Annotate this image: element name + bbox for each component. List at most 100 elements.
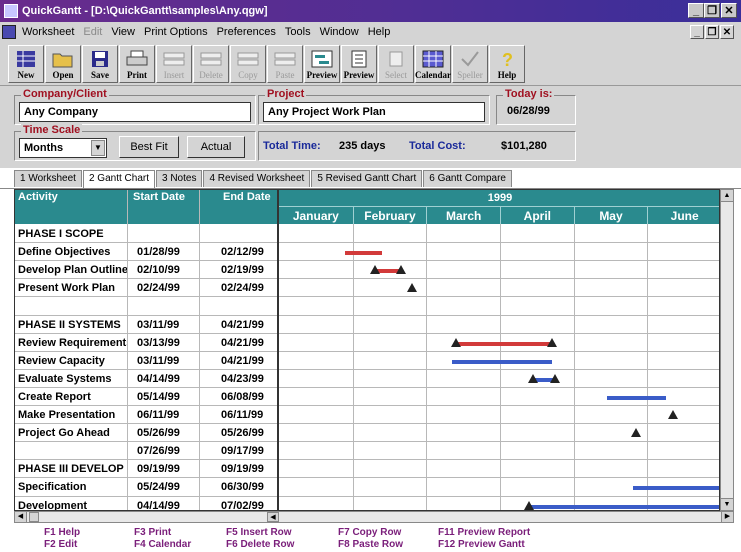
milestone-marker[interactable] — [395, 265, 406, 275]
menu-tools[interactable]: Tools — [285, 26, 311, 38]
activity-cell[interactable]: Create Report — [15, 388, 127, 406]
activity-cell[interactable]: Evaluate Systems — [15, 370, 127, 388]
horizontal-scrollbar[interactable]: ◀ ◀ ▶ — [14, 511, 734, 523]
start-date-cell[interactable]: 04/14/99 — [129, 370, 215, 388]
close-button[interactable]: ✕ — [721, 3, 737, 18]
toolbar-button-save-2[interactable]: Save — [82, 45, 118, 83]
menu-help[interactable]: Help — [368, 26, 391, 38]
start-date-cell[interactable]: 02/24/99 — [129, 279, 215, 297]
end-date-cell[interactable]: 02/24/99 — [213, 279, 279, 297]
start-date-cell[interactable]: 05/24/99 — [129, 478, 215, 496]
activity-cell[interactable]: Make Presentation — [15, 406, 127, 424]
start-date-cell[interactable] — [129, 297, 215, 315]
milestone-marker[interactable] — [406, 283, 417, 293]
tab-gantt-chart[interactable]: 2 Gantt Chart — [82, 170, 155, 188]
activity-cell[interactable]: Present Work Plan — [15, 279, 127, 297]
gantt-task-bar[interactable] — [606, 395, 666, 400]
activity-cell[interactable]: Review Capacity — [15, 352, 127, 370]
end-date-cell[interactable] — [213, 225, 279, 243]
scroll-left-arrow-icon[interactable]: ◀ — [15, 512, 27, 522]
menu-print-options[interactable]: Print Options — [144, 26, 208, 38]
milestone-marker[interactable] — [668, 410, 679, 419]
tab-revised-gantt-chart[interactable]: 5 Revised Gantt Chart — [311, 170, 423, 187]
activity-cell[interactable]: PHASE III DEVELOP — [15, 460, 127, 478]
end-date-cell[interactable]: 06/11/99 — [213, 406, 279, 424]
menu-preferences[interactable]: Preferences — [217, 26, 276, 38]
milestone-marker[interactable] — [550, 373, 561, 383]
gantt-task-bar[interactable] — [345, 251, 383, 256]
activity-column-header[interactable]: Activity — [18, 191, 58, 203]
vertical-scrollbar[interactable]: ▲ ▼ — [720, 189, 734, 511]
start-date-cell[interactable]: 02/10/99 — [129, 261, 215, 279]
start-date-cell[interactable] — [129, 225, 215, 243]
toolbar-button-insert-4[interactable]: Insert — [156, 45, 192, 83]
toolbar-button-new-0[interactable]: New — [8, 45, 44, 83]
restore-button[interactable]: ❐ — [704, 3, 720, 18]
gantt-task-bar[interactable] — [455, 341, 552, 346]
time-scale-select[interactable]: Months ▼ — [19, 138, 107, 158]
minimize-button[interactable]: _ — [688, 3, 704, 18]
end-date-cell[interactable]: 07/02/99 — [213, 497, 279, 511]
milestone-marker[interactable] — [450, 337, 461, 347]
start-date-cell[interactable]: 03/13/99 — [129, 334, 215, 352]
toolbar-button-help-13[interactable]: ? Help — [489, 45, 525, 83]
activity-cell[interactable]: PHASE II SYSTEMS — [15, 316, 127, 334]
activity-cell[interactable]: Development — [15, 497, 127, 511]
activity-cell[interactable]: Review Requirements — [15, 334, 127, 352]
menu-edit[interactable]: Edit — [83, 26, 102, 38]
activity-cell[interactable]: Define Objectives — [15, 243, 127, 261]
tab-revised-worksheet[interactable]: 4 Revised Worksheet — [203, 170, 311, 187]
gantt-task-bar[interactable] — [452, 359, 552, 364]
start-date-cell[interactable]: 03/11/99 — [129, 316, 215, 334]
start-date-cell[interactable]: 03/11/99 — [129, 352, 215, 370]
scroll-left-arrow-icon[interactable]: ◀ — [267, 512, 279, 522]
start-date-cell[interactable]: 06/11/99 — [129, 406, 215, 424]
tab-gantt-compare[interactable]: 6 Gantt Compare — [423, 170, 512, 187]
activity-cell[interactable]: Project Go Ahead — [15, 424, 127, 442]
actual-button[interactable]: Actual — [187, 136, 245, 158]
milestone-marker[interactable] — [369, 265, 380, 275]
tab-worksheet[interactable]: 1 Worksheet — [14, 170, 82, 187]
tab-notes[interactable]: 3 Notes — [155, 170, 203, 187]
activity-cell[interactable]: Develop Plan Outline — [15, 261, 127, 279]
activity-cell[interactable] — [15, 442, 127, 460]
menu-worksheet[interactable]: Worksheet — [22, 26, 74, 38]
start-date-cell[interactable]: 01/28/99 — [129, 243, 215, 261]
project-field[interactable]: Any Project Work Plan — [263, 102, 485, 122]
end-date-cell[interactable]: 04/21/99 — [213, 334, 279, 352]
end-date-cell[interactable]: 04/21/99 — [213, 316, 279, 334]
end-date-cell[interactable]: 05/26/99 — [213, 424, 279, 442]
end-date-cell[interactable]: 04/21/99 — [213, 352, 279, 370]
end-date-cell[interactable]: 04/23/99 — [213, 370, 279, 388]
toolbar-button-copy-6[interactable]: Copy — [230, 45, 266, 83]
milestone-marker[interactable] — [524, 500, 535, 510]
end-date-cell[interactable]: 06/08/99 — [213, 388, 279, 406]
start-date-cell[interactable]: 07/26/99 — [129, 442, 215, 460]
milestone-marker[interactable] — [631, 428, 642, 438]
menu-view[interactable]: View — [111, 26, 135, 38]
activity-cell[interactable] — [15, 297, 127, 315]
toolbar-button-delete-5[interactable]: Delete — [193, 45, 229, 83]
toolbar-button-paste-7[interactable]: Paste — [267, 45, 303, 83]
best-fit-button[interactable]: Best Fit — [119, 136, 179, 158]
start-date-cell[interactable]: 09/19/99 — [129, 460, 215, 478]
start-date-cell[interactable]: 05/26/99 — [129, 424, 215, 442]
activity-cell[interactable]: Specification — [15, 478, 127, 496]
gantt-task-bar[interactable] — [529, 504, 719, 509]
toolbar-button-preview-8[interactable]: Preview — [304, 45, 340, 83]
child-restore-button[interactable]: ❐ — [705, 25, 719, 39]
child-close-button[interactable]: ✕ — [720, 25, 734, 39]
milestone-marker[interactable] — [528, 373, 539, 383]
toolbar-button-calendar-11[interactable]: Calendar — [415, 45, 451, 83]
toolbar-button-preview-9[interactable]: Preview — [341, 45, 377, 83]
chevron-down-icon[interactable]: ▼ — [91, 140, 105, 156]
document-icon[interactable] — [2, 25, 16, 39]
end-date-cell[interactable]: 02/19/99 — [213, 261, 279, 279]
child-minimize-button[interactable]: _ — [690, 25, 704, 39]
end-date-cell[interactable]: 09/17/99 — [213, 442, 279, 460]
start-date-cell[interactable]: 04/14/99 — [129, 497, 215, 511]
toolbar-button-open-1[interactable]: Open — [45, 45, 81, 83]
start-date-cell[interactable]: 05/14/99 — [129, 388, 215, 406]
toolbar-button-speller-12[interactable]: Speller — [452, 45, 488, 83]
start-date-column-header[interactable]: Start Date — [133, 191, 185, 203]
